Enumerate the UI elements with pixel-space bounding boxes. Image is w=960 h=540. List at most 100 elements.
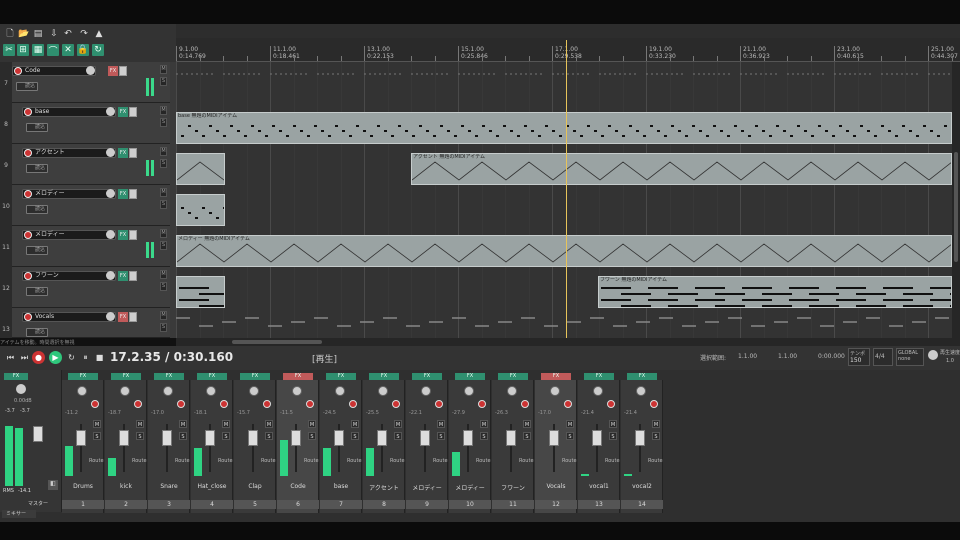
strip-fx-button[interactable]: FX bbox=[627, 373, 657, 380]
track-number[interactable]: 11 bbox=[0, 226, 12, 267]
route-button[interactable]: Route bbox=[261, 458, 276, 464]
volume-fader[interactable] bbox=[592, 430, 602, 446]
strip-mute-button[interactable]: M bbox=[480, 420, 488, 428]
pan-knob[interactable] bbox=[636, 386, 646, 396]
strip-mute-button[interactable]: M bbox=[351, 420, 359, 428]
strip-mute-button[interactable]: M bbox=[136, 420, 144, 428]
strip-record-arm[interactable] bbox=[521, 400, 529, 408]
pause-icon[interactable]: ⏸ bbox=[79, 351, 92, 364]
volume-fader[interactable] bbox=[420, 430, 430, 446]
volume-fader[interactable] bbox=[334, 430, 344, 446]
strip-mute-button[interactable]: M bbox=[222, 420, 230, 428]
strip-mute-button[interactable]: M bbox=[265, 420, 273, 428]
redo-icon[interactable]: ↷ bbox=[78, 28, 90, 40]
strip-fx-button[interactable]: FX bbox=[584, 373, 614, 380]
volume-knob[interactable] bbox=[106, 271, 115, 280]
strip-mute-button[interactable]: M bbox=[609, 420, 617, 428]
tempo-box[interactable]: テンポ 150 bbox=[848, 348, 870, 366]
pan-knob[interactable] bbox=[507, 386, 517, 396]
automation-mode[interactable]: 読込 bbox=[26, 123, 48, 132]
strip-name[interactable]: vocal2 bbox=[621, 483, 663, 490]
track-header[interactable]: メロディー FX 読込 M S bbox=[12, 185, 170, 226]
mute-button[interactable]: M bbox=[160, 147, 167, 156]
undo-icon[interactable]: ↶ bbox=[62, 28, 74, 40]
route-button[interactable]: Route bbox=[132, 458, 147, 464]
strip-solo-button[interactable]: S bbox=[308, 432, 316, 440]
vertical-scrollbar[interactable] bbox=[952, 62, 960, 338]
strip-name[interactable]: Hat_close bbox=[191, 483, 233, 490]
volume-fader[interactable] bbox=[291, 430, 301, 446]
track-fx-button[interactable]: FX bbox=[118, 107, 128, 117]
strip-solo-button[interactable]: S bbox=[609, 432, 617, 440]
track-number[interactable]: 13 bbox=[0, 308, 12, 338]
track-header[interactable]: Vocals FX 読込 M S bbox=[12, 308, 170, 338]
midi-item[interactable]: base 無題のMIDIアイテム bbox=[176, 112, 952, 144]
strip-mute-button[interactable]: M bbox=[308, 420, 316, 428]
strip-record-arm[interactable] bbox=[177, 400, 185, 408]
track-header[interactable]: Code FX 読込 M S bbox=[12, 62, 170, 103]
strip-fx-button[interactable]: FX bbox=[68, 373, 98, 380]
track-name[interactable]: Vocals bbox=[22, 312, 116, 322]
record-arm-button[interactable] bbox=[14, 67, 22, 75]
selection-end[interactable]: 1.1.00 bbox=[778, 353, 797, 360]
strip-record-arm[interactable] bbox=[306, 400, 314, 408]
strip-mute-button[interactable]: M bbox=[179, 420, 187, 428]
metronome-icon[interactable]: ▲ bbox=[93, 28, 105, 40]
strip-mute-button[interactable]: M bbox=[652, 420, 660, 428]
strip-record-arm[interactable] bbox=[91, 400, 99, 408]
strip-record-arm[interactable] bbox=[134, 400, 142, 408]
volume-fader[interactable] bbox=[162, 430, 172, 446]
volume-knob[interactable] bbox=[106, 107, 115, 116]
pan-knob[interactable] bbox=[77, 386, 87, 396]
strip-name[interactable]: Vocals bbox=[535, 483, 577, 490]
record-arm-button[interactable] bbox=[24, 149, 32, 157]
strip-solo-button[interactable]: S bbox=[351, 432, 359, 440]
midi-item[interactable] bbox=[176, 153, 225, 185]
route-button[interactable]: Route bbox=[89, 458, 104, 464]
pan-knob[interactable] bbox=[550, 386, 560, 396]
track-number[interactable]: 7 bbox=[0, 62, 12, 103]
strip-name[interactable]: アクセント bbox=[363, 483, 405, 492]
track-header[interactable]: メロディー FX 読込 M S bbox=[12, 226, 170, 267]
mono-icon[interactable]: ◧ bbox=[48, 480, 58, 490]
track-header[interactable]: base FX 読込 M S bbox=[12, 103, 170, 144]
track-name[interactable]: アクセント bbox=[22, 148, 116, 158]
master-fader[interactable] bbox=[33, 426, 43, 442]
strip-record-arm[interactable] bbox=[392, 400, 400, 408]
save-project-icon[interactable]: ▤ bbox=[32, 28, 44, 40]
track-io-button[interactable] bbox=[129, 312, 137, 322]
mute-button[interactable]: M bbox=[160, 65, 167, 74]
track-name[interactable]: base bbox=[22, 107, 116, 117]
pan-knob[interactable] bbox=[421, 386, 431, 396]
track-fx-button[interactable]: FX bbox=[108, 66, 118, 76]
stop-icon[interactable]: ■ bbox=[93, 351, 106, 364]
track-name[interactable]: Code bbox=[12, 66, 96, 76]
new-project-icon[interactable]: 🗋 bbox=[4, 28, 16, 40]
pan-knob[interactable] bbox=[120, 386, 130, 396]
strip-record-arm[interactable] bbox=[607, 400, 615, 408]
strip-record-arm[interactable] bbox=[349, 400, 357, 408]
volume-fader[interactable] bbox=[549, 430, 559, 446]
track-io-button[interactable] bbox=[129, 271, 137, 281]
crossfade-icon[interactable]: ✕ bbox=[62, 44, 74, 56]
route-button[interactable]: Route bbox=[390, 458, 405, 464]
strip-mute-button[interactable]: M bbox=[437, 420, 445, 428]
pan-knob[interactable] bbox=[464, 386, 474, 396]
mute-button[interactable]: M bbox=[160, 270, 167, 279]
repeat-icon[interactable]: ↻ bbox=[65, 351, 78, 364]
time-signature[interactable]: 4/4 bbox=[873, 348, 893, 366]
track-name[interactable]: フワーン bbox=[22, 271, 116, 281]
mute-button[interactable]: M bbox=[160, 229, 167, 238]
strip-fx-button[interactable]: FX bbox=[369, 373, 399, 380]
strip-name[interactable]: Code bbox=[277, 483, 319, 490]
strip-name[interactable]: フワーン bbox=[492, 483, 534, 492]
track-io-button[interactable] bbox=[119, 66, 127, 76]
item-grouping-icon[interactable]: ▦ bbox=[32, 44, 44, 56]
midi-item[interactable]: アクセント 無題のMIDIアイテム bbox=[411, 153, 952, 185]
track-fx-button[interactable]: FX bbox=[118, 230, 128, 240]
selection-start[interactable]: 1.1.00 bbox=[738, 353, 757, 360]
record-arm-button[interactable] bbox=[24, 231, 32, 239]
mute-button[interactable]: M bbox=[160, 188, 167, 197]
volume-knob[interactable] bbox=[106, 148, 115, 157]
strip-record-arm[interactable] bbox=[564, 400, 572, 408]
